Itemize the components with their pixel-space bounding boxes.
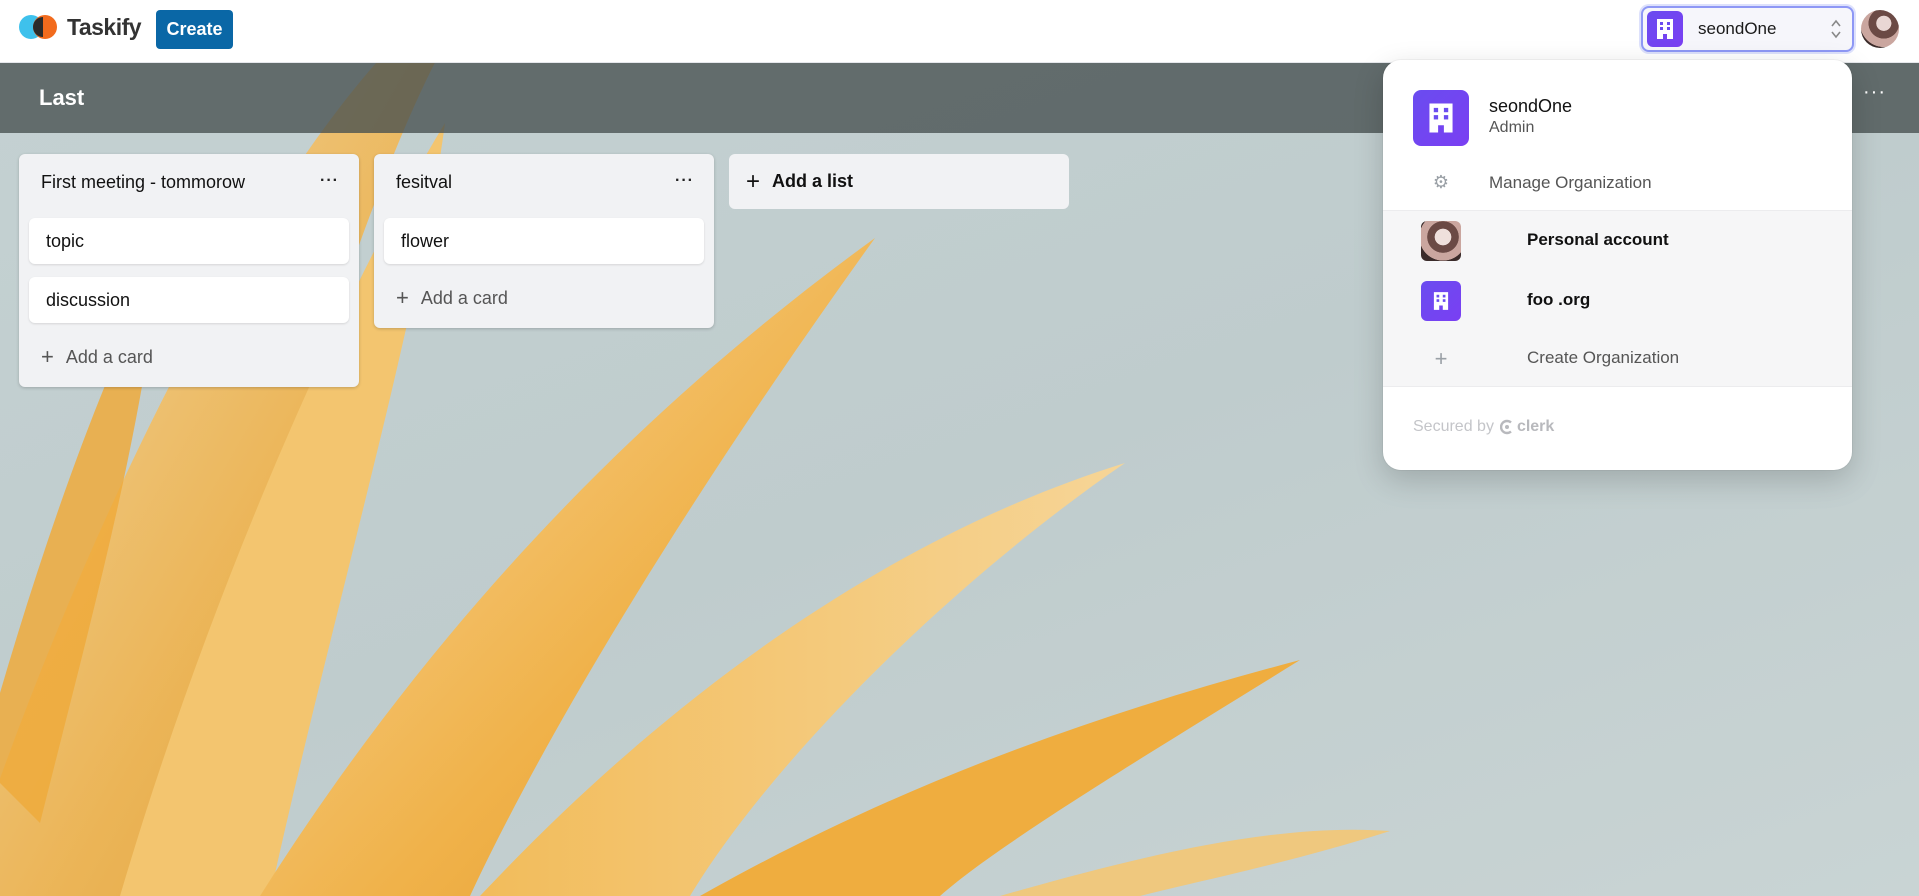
organization-icon	[1421, 281, 1461, 321]
add-list-label: Add a list	[772, 171, 854, 191]
plus-icon: +	[746, 167, 761, 195]
create-button[interactable]: Create	[156, 10, 233, 49]
list-options-icon[interactable]: ···	[675, 172, 694, 190]
clerk-logo[interactable]: clerk	[1499, 418, 1555, 436]
board-title[interactable]: Last	[39, 85, 84, 111]
organization-list: Personal account foo .org + Create Organ…	[1383, 210, 1852, 387]
organization-switcher-label: seondOne	[1698, 19, 1777, 38]
top-navbar: Taskify Create seondOne	[0, 0, 1919, 63]
organization-dropdown: seondOne Admin ⚙ Manage Organization Per…	[1383, 60, 1852, 470]
plus-icon: +	[41, 344, 54, 369]
active-organization-role: Admin	[1489, 119, 1535, 136]
app-logo[interactable]: Taskify	[19, 12, 142, 42]
create-organization-label: Create Organization	[1527, 348, 1680, 367]
user-avatar[interactable]	[1861, 10, 1899, 48]
gear-icon: ⚙	[1432, 172, 1450, 192]
card-title: flower	[401, 231, 450, 251]
list-title[interactable]: First meeting - tommorow	[41, 172, 245, 193]
plus-icon: +	[396, 285, 409, 310]
organization-switcher[interactable]: seondOne	[1641, 6, 1854, 52]
organization-icon	[1647, 11, 1683, 47]
organization-icon	[1413, 90, 1469, 146]
organization-item-label: foo .org	[1527, 290, 1591, 309]
manage-organization-label: Manage Organization	[1489, 172, 1652, 192]
card-title: discussion	[46, 290, 131, 310]
active-organization-name: seondOne	[1489, 96, 1573, 116]
chevron-up-down-icon	[1831, 19, 1841, 39]
add-card-button[interactable]: + Add a card	[41, 346, 153, 368]
add-card-label: Add a card	[65, 346, 153, 367]
manage-organization-button[interactable]: ⚙ Manage Organization	[1413, 172, 1652, 193]
card-title: topic	[46, 231, 85, 251]
add-list-button[interactable]: + Add a list	[729, 154, 1069, 209]
personal-account-item[interactable]: Personal account	[1421, 221, 1669, 261]
organization-item-foo[interactable]: foo .org	[1421, 281, 1590, 321]
avatar	[1421, 221, 1461, 261]
secured-by-text: Secured by	[1413, 418, 1494, 435]
clerk-icon	[1499, 419, 1512, 435]
app-name: Taskify	[67, 13, 142, 40]
list: fesitval ··· flower + Add a card	[374, 154, 714, 328]
card[interactable]: flower	[384, 218, 704, 264]
card[interactable]: topic	[29, 218, 349, 264]
add-card-label: Add a card	[420, 287, 508, 308]
secured-by-footer: Secured by clerk	[1413, 418, 1554, 436]
clerk-brand-text: clerk	[1516, 418, 1555, 435]
create-organization-button[interactable]: + Create Organization	[1421, 339, 1680, 379]
card[interactable]: discussion	[29, 277, 349, 323]
add-card-button[interactable]: + Add a card	[396, 287, 508, 309]
board-options-icon[interactable]: ···	[1863, 81, 1886, 104]
active-organization: seondOne Admin	[1413, 90, 1572, 146]
plus-icon: +	[1434, 346, 1448, 371]
list-title[interactable]: fesitval	[396, 172, 452, 193]
personal-account-label: Personal account	[1527, 230, 1669, 249]
logo-icon	[19, 12, 57, 42]
list-options-icon[interactable]: ···	[320, 172, 339, 190]
list: First meeting - tommorow ··· topic discu…	[19, 154, 359, 387]
